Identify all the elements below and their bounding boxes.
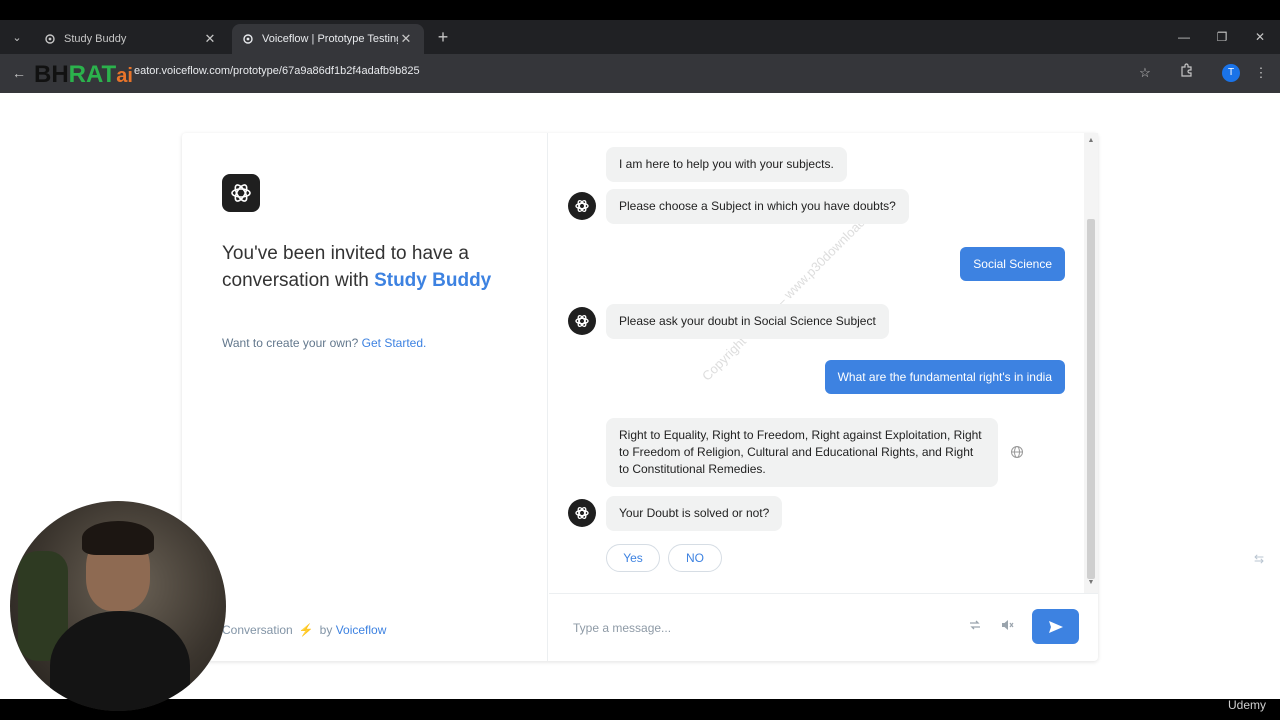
send-button[interactable]: [1032, 609, 1079, 644]
more-menu-icon[interactable]: ⋮: [1250, 62, 1272, 84]
create-own-text: Want to create your own? Get Started.: [222, 336, 427, 350]
message-input[interactable]: [573, 618, 943, 638]
bot-avatar-icon: [568, 499, 596, 527]
address-bar[interactable]: eator.voiceflow.com/prototype/67a9a86df1…: [134, 65, 420, 77]
bot-name: Study Buddy: [374, 270, 492, 291]
browser-tab-bar: ⌄ Study Buddy ✕ Voiceflow | Prototype Te…: [0, 20, 1280, 54]
profile-avatar[interactable]: T: [1222, 64, 1240, 82]
bookmark-star-icon[interactable]: ☆: [1134, 62, 1156, 84]
presenter-webcam: [10, 501, 226, 711]
bot-avatar-icon: [568, 192, 596, 220]
message-composer: [549, 593, 1098, 661]
browser-toolbar: ← BHRATai eator.voiceflow.com/prototype/…: [0, 54, 1280, 93]
extensions-puzzle-icon[interactable]: [1176, 62, 1198, 84]
scrollbar-thumb[interactable]: [1087, 219, 1095, 579]
bot-message: Please ask your doubt in Social Science …: [606, 304, 889, 339]
voiceflow-favicon-icon: [44, 33, 56, 45]
tab-close-icon[interactable]: ✕: [398, 31, 414, 47]
bot-message: Please choose a Subject in which you hav…: [606, 189, 909, 224]
tab-voiceflow-prototype[interactable]: Voiceflow | Prototype Testing ✕: [232, 24, 424, 54]
udemy-watermark: Udemy: [1228, 698, 1267, 712]
powered-by-footer: Conversation ⚡ by Voiceflow: [222, 623, 387, 637]
tab-close-icon[interactable]: ✕: [202, 31, 218, 47]
voiceflow-logo-icon: [222, 174, 260, 212]
tab-title: Voiceflow | Prototype Testing: [262, 33, 398, 45]
translate-globe-icon[interactable]: [1009, 445, 1025, 461]
get-started-link[interactable]: Get Started.: [362, 336, 427, 350]
tab-search-chevron-icon[interactable]: ⌄: [6, 26, 28, 48]
invite-panel: You've been invited to have a conversati…: [182, 133, 548, 661]
restart-icon[interactable]: [965, 618, 985, 638]
chat-transcript: Copyright © 2025 – www.p30download.com I…: [549, 133, 1098, 593]
mute-speaker-icon[interactable]: [997, 618, 1017, 638]
back-arrow-icon[interactable]: ←: [8, 62, 30, 84]
choice-no-button[interactable]: NO: [668, 544, 722, 572]
prototype-card: You've been invited to have a conversati…: [182, 133, 1098, 661]
user-message: What are the fundamental right's in indi…: [824, 360, 1065, 394]
send-arrow-icon: [1048, 620, 1063, 633]
restore-icon[interactable]: ❐: [1208, 26, 1236, 48]
close-window-icon[interactable]: ✕: [1246, 26, 1274, 48]
bharat-ai-watermark-logo: BHRATai: [34, 61, 133, 88]
bot-message: Your Doubt is solved or not?: [606, 496, 783, 531]
tab-title: Study Buddy: [64, 33, 127, 45]
bot-message: I am here to help you with your subjects…: [606, 147, 847, 182]
bot-message: Right to Equality, Right to Freedom, Rig…: [606, 418, 998, 487]
bot-avatar-icon: [568, 307, 596, 335]
presenter-hair: [82, 521, 154, 555]
user-message: Social Science: [960, 247, 1065, 281]
chat-scrollbar[interactable]: ▲ ▼: [1084, 133, 1098, 593]
bolt-icon: ⚡: [298, 623, 314, 637]
voiceflow-favicon-icon: [242, 33, 254, 45]
presenter-body: [50, 611, 190, 711]
scroll-down-arrow-icon[interactable]: ▼: [1087, 579, 1095, 586]
scroll-up-arrow-icon[interactable]: ▲: [1087, 137, 1095, 144]
collapse-side-icon[interactable]: ⇆: [1254, 552, 1264, 566]
minimize-icon[interactable]: —: [1170, 26, 1198, 48]
voiceflow-link[interactable]: Voiceflow: [336, 623, 387, 637]
tab-study-buddy[interactable]: Study Buddy ✕: [34, 24, 228, 54]
new-tab-plus-icon[interactable]: +: [432, 26, 454, 48]
choice-yes-button[interactable]: Yes: [606, 544, 660, 572]
screen: ⌄ Study Buddy ✕ Voiceflow | Prototype Te…: [0, 0, 1280, 720]
invite-heading: You've been invited to have a conversati…: [222, 243, 492, 291]
